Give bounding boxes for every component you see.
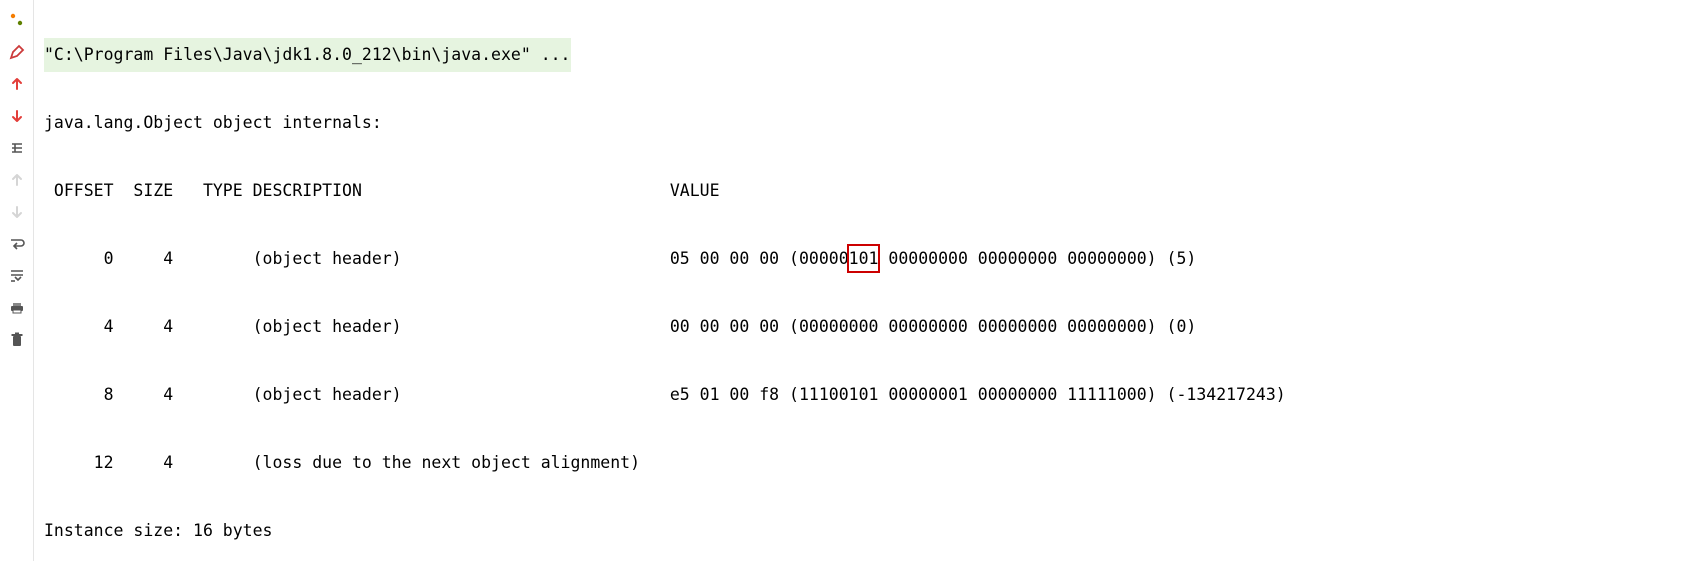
table-row: 12 4 (loss due to the next object alignm… <box>44 446 1701 480</box>
table-row: 0 4 (object header) 05 00 00 00 (0000010… <box>44 242 1701 276</box>
console-gutter <box>0 0 34 561</box>
scroll-to-end-icon[interactable] <box>7 266 27 286</box>
print-icon[interactable] <box>7 298 27 318</box>
trash-icon[interactable] <box>7 330 27 350</box>
pencil-icon[interactable] <box>7 42 27 62</box>
console-output[interactable]: "C:\Program Files\Java\jdk1.8.0_212\bin\… <box>34 0 1701 561</box>
highlight-box: 101 <box>847 244 881 273</box>
soft-wrap-icon[interactable] <box>7 234 27 254</box>
rerun-icon[interactable] <box>7 10 27 30</box>
arrow-down-disabled-icon <box>7 202 27 222</box>
arrow-up-disabled-icon <box>7 170 27 190</box>
table-row: 4 4 (object header) 00 00 00 00 (0000000… <box>44 310 1701 344</box>
frames-icon[interactable] <box>7 138 27 158</box>
command-line: "C:\Program Files\Java\jdk1.8.0_212\bin\… <box>44 38 571 72</box>
arrow-up-icon[interactable] <box>7 74 27 94</box>
table-header: OFFSET SIZE TYPE DESCRIPTION VALUE <box>44 174 1701 208</box>
section-title: java.lang.Object object internals: <box>44 106 1701 140</box>
table-row: 8 4 (object header) e5 01 00 f8 (1110010… <box>44 378 1701 412</box>
arrow-down-icon[interactable] <box>7 106 27 126</box>
instance-size: Instance size: 16 bytes <box>44 514 1701 548</box>
